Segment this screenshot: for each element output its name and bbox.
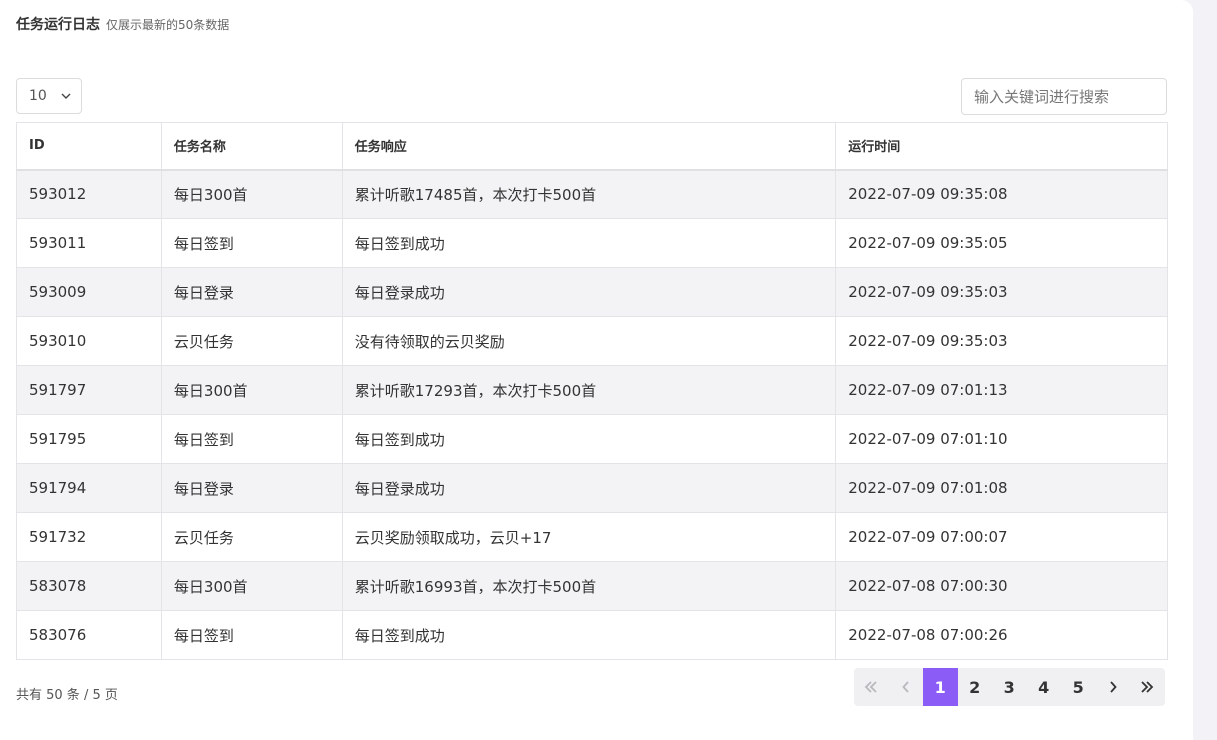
page-button-4[interactable]: 4 (1027, 668, 1062, 706)
cell-id: 591797 (16, 365, 162, 415)
cell-task-name: 每日签到 (160, 414, 343, 464)
card-header: 任务运行日志 仅展示最新的50条数据 (16, 14, 229, 34)
cell-task-response: 每日登录成功 (341, 463, 837, 513)
double-chevron-right-icon (1140, 681, 1154, 693)
cell-task-response: 每日登录成功 (341, 267, 837, 317)
cell-task-name: 每日签到 (160, 610, 343, 660)
cell-task-response: 每日签到成功 (341, 610, 837, 660)
table-row: 593009 每日登录 每日登录成功 2022-07-09 09:35:03 (16, 267, 1168, 317)
table-row: 591794 每日登录 每日登录成功 2022-07-09 07:01:08 (16, 463, 1168, 513)
cell-id: 593012 (16, 169, 162, 219)
table-row: 591795 每日签到 每日签到成功 2022-07-09 07:01:10 (16, 414, 1168, 464)
column-header-task-response[interactable]: 任务响应 (341, 122, 837, 171)
last-page-button[interactable] (1130, 668, 1165, 706)
cell-id: 593009 (16, 267, 162, 317)
column-header-task-name[interactable]: 任务名称 (160, 122, 343, 171)
table-row: 591732 云贝任务 云贝奖励领取成功，云贝+17 2022-07-09 07… (16, 512, 1168, 562)
cell-task-name: 云贝任务 (160, 316, 343, 366)
double-chevron-left-icon (864, 681, 878, 693)
pagination: 1 2 3 4 5 (854, 668, 1165, 706)
cell-run-time: 2022-07-09 07:01:13 (835, 365, 1168, 415)
cell-id: 591732 (16, 512, 162, 562)
page-button-5[interactable]: 5 (1061, 668, 1096, 706)
table-row: 593012 每日300首 累计听歌17485首，本次打卡500首 2022-0… (16, 169, 1168, 219)
cell-task-name: 每日签到 (160, 218, 343, 268)
column-header-id[interactable]: ID (16, 122, 162, 171)
cell-run-time: 2022-07-09 07:01:08 (835, 463, 1168, 513)
table-row: 593010 云贝任务 没有待领取的云贝奖励 2022-07-09 09:35:… (16, 316, 1168, 366)
page-button-2[interactable]: 2 (958, 668, 993, 706)
cell-run-time: 2022-07-09 09:35:08 (835, 169, 1168, 219)
log-card: 任务运行日志 仅展示最新的50条数据 10 ID 任务名称 任务响应 运行时间 … (0, 0, 1193, 740)
cell-task-name: 每日300首 (160, 169, 343, 219)
cell-task-name: 每日300首 (160, 561, 343, 611)
cell-task-response: 没有待领取的云贝奖励 (341, 316, 837, 366)
first-page-button[interactable] (854, 668, 889, 706)
page-size-select[interactable]: 10 (16, 78, 82, 114)
cell-run-time: 2022-07-09 07:00:07 (835, 512, 1168, 562)
column-header-run-time[interactable]: 运行时间 (835, 122, 1168, 171)
chevron-down-icon (61, 91, 71, 101)
chevron-right-icon (1109, 681, 1117, 693)
table-header-row: ID 任务名称 任务响应 运行时间 (16, 122, 1168, 171)
cell-run-time: 2022-07-09 09:35:05 (835, 218, 1168, 268)
page-button-3[interactable]: 3 (992, 668, 1027, 706)
cell-id: 583078 (16, 561, 162, 611)
cell-run-time: 2022-07-09 09:35:03 (835, 316, 1168, 366)
cell-run-time: 2022-07-09 07:01:10 (835, 414, 1168, 464)
pagination-summary: 共有 50 条 / 5 页 (16, 688, 118, 703)
cell-id: 591794 (16, 463, 162, 513)
table-row: 591797 每日300首 累计听歌17293首，本次打卡500首 2022-0… (16, 365, 1168, 415)
cell-task-response: 累计听歌17485首，本次打卡500首 (341, 169, 837, 219)
cell-task-response: 累计听歌17293首，本次打卡500首 (341, 365, 837, 415)
prev-page-button[interactable] (889, 668, 924, 706)
cell-task-name: 每日登录 (160, 463, 343, 513)
cell-task-response: 累计听歌16993首，本次打卡500首 (341, 561, 837, 611)
cell-id: 593011 (16, 218, 162, 268)
cell-task-response: 每日签到成功 (341, 218, 837, 268)
table-row: 593011 每日签到 每日签到成功 2022-07-09 09:35:05 (16, 218, 1168, 268)
table-row: 583076 每日签到 每日签到成功 2022-07-08 07:00:26 (16, 610, 1168, 660)
search-input[interactable] (961, 78, 1167, 115)
cell-task-name: 每日登录 (160, 267, 343, 317)
cell-id: 591795 (16, 414, 162, 464)
log-table: ID 任务名称 任务响应 运行时间 593012 每日300首 累计听歌1748… (16, 122, 1168, 660)
page-button-1[interactable]: 1 (923, 668, 958, 706)
cell-run-time: 2022-07-08 07:00:26 (835, 610, 1168, 660)
cell-task-response: 云贝奖励领取成功，云贝+17 (341, 512, 837, 562)
cell-run-time: 2022-07-08 07:00:30 (835, 561, 1168, 611)
cell-task-name: 云贝任务 (160, 512, 343, 562)
cell-task-response: 每日签到成功 (341, 414, 837, 464)
next-page-button[interactable] (1096, 668, 1131, 706)
cell-id: 593010 (16, 316, 162, 366)
chevron-left-icon (902, 681, 910, 693)
table-row: 583078 每日300首 累计听歌16993首，本次打卡500首 2022-0… (16, 561, 1168, 611)
cell-id: 583076 (16, 610, 162, 660)
page-size-value: 10 (29, 88, 47, 104)
page-subtitle: 仅展示最新的50条数据 (106, 18, 230, 32)
cell-run-time: 2022-07-09 09:35:03 (835, 267, 1168, 317)
cell-task-name: 每日300首 (160, 365, 343, 415)
page-title: 任务运行日志 (16, 17, 100, 33)
